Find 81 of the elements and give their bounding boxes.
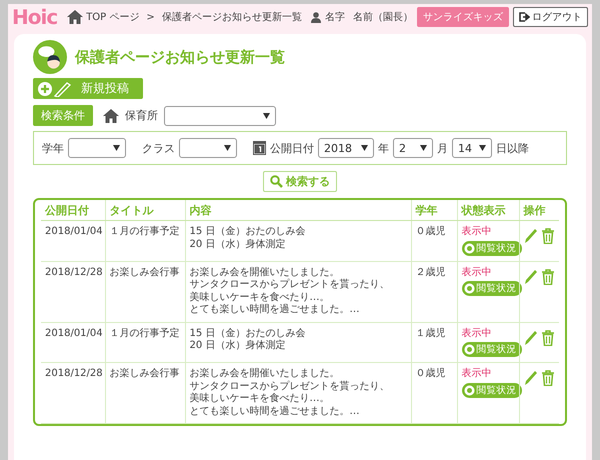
year-select[interactable]: 2018	[318, 138, 374, 158]
title-cell: １月の行事予定	[105, 322, 185, 362]
month-select[interactable]: 2	[393, 138, 433, 158]
view-status-button[interactable]: 閲覧状況	[462, 342, 522, 357]
eye-icon	[464, 344, 474, 355]
column-header: 公開日付	[41, 200, 105, 220]
edit-icon[interactable]	[524, 228, 538, 244]
view-status-button[interactable]: 閲覧状況	[462, 281, 522, 296]
breadcrumb-separator: >	[146, 12, 155, 22]
content-cell: 15 日（金）おたのしみ会 20 日（水）身体測定	[185, 220, 411, 261]
user-surname: 名字	[325, 10, 345, 24]
date-label: 公開日付	[270, 140, 314, 156]
breadcrumb-current: 保護者ページお知らせ更新一覧	[162, 10, 302, 24]
user-name: 名前（園長）	[353, 11, 413, 24]
column-header: 状態表示	[457, 200, 519, 220]
grade-label: 学年	[42, 140, 64, 156]
user-icon	[311, 12, 321, 22]
status-text: 表示中	[462, 226, 492, 238]
home-icon	[67, 10, 84, 24]
date-cell: 2018/12/28	[41, 362, 105, 424]
content-cell: お楽しみ会を開催いたしました。 サンタクロースからプレゼントを貰ったり、 美味しいケーキを食べたり…。 とても楽しい時間を過ごせました。…	[185, 261, 411, 322]
eye-icon	[464, 283, 474, 294]
plus-pencil-icon	[37, 80, 71, 96]
day-unit: 日以降	[496, 140, 529, 156]
month-unit: 月	[437, 140, 448, 156]
title-cell: お楽しみ会行事	[105, 261, 185, 322]
search-icon	[270, 175, 283, 188]
eye-icon	[464, 384, 474, 396]
title-cell: １月の行事予定	[105, 220, 185, 261]
logout-icon	[519, 12, 530, 22]
column-header: 内容	[185, 200, 411, 220]
grade-cell: １歳児	[411, 322, 457, 362]
date-cell: 2018/12/28	[41, 261, 105, 322]
grade-cell: ０歳児	[411, 220, 457, 261]
caret-icon	[361, 145, 368, 151]
page-title: 保護者ページお知らせ更新一覧	[75, 48, 285, 66]
delete-icon[interactable]	[542, 370, 554, 386]
edit-icon[interactable]	[524, 370, 538, 386]
avatar-icon	[33, 40, 67, 74]
status-text: 表示中	[462, 368, 492, 380]
edit-icon[interactable]	[524, 268, 538, 284]
date-cell: 2018/01/04	[41, 220, 105, 261]
breadcrumb-link[interactable]: TOP ページ	[86, 10, 140, 24]
date-cell: 2018/01/04	[41, 322, 105, 362]
column-header: 操作	[519, 200, 559, 220]
search-conditions-heading: 検索条件	[33, 105, 93, 126]
school-badge: サンライズキッズ	[417, 7, 509, 27]
eye-icon	[464, 242, 474, 254]
column-header: 学年	[411, 200, 457, 220]
new-post-button[interactable]: 新規投稿	[33, 78, 143, 99]
caret-icon	[113, 145, 120, 151]
grade-select[interactable]	[68, 138, 126, 158]
caret-icon	[420, 145, 427, 151]
column-header: タイトル	[105, 200, 185, 220]
delete-icon[interactable]	[542, 268, 554, 284]
logout-button[interactable]: ログアウト	[513, 7, 588, 27]
delete-icon[interactable]	[542, 228, 554, 244]
view-status-button[interactable]: 閲覧状況	[462, 240, 522, 256]
delete-icon[interactable]	[542, 330, 554, 346]
edit-icon[interactable]	[524, 330, 538, 346]
view-status-button[interactable]: 閲覧状況	[462, 382, 522, 398]
caret-icon	[263, 112, 270, 118]
facility-icon	[103, 108, 119, 122]
class-label: クラス	[142, 140, 175, 156]
grade-cell: ２歳児	[411, 261, 457, 322]
caret-icon	[479, 145, 486, 151]
facility-label: 保育所	[125, 108, 158, 123]
day-select[interactable]: 14	[452, 138, 492, 158]
content-cell: お楽しみ会を開催いたしました。 サンタクロースからプレゼントを貰ったり、 美味しいケーキを食べたり…。 とても楽しい時間を過ごせました。…	[185, 362, 411, 424]
calendar-icon	[253, 141, 266, 155]
caret-icon	[224, 145, 231, 151]
logo[interactable]: Hoic	[12, 5, 58, 29]
status-text: 表示中	[462, 266, 492, 279]
class-select[interactable]	[179, 138, 237, 158]
grade-cell: ０歳児	[411, 362, 457, 424]
title-cell: お楽しみ会行事	[105, 362, 185, 424]
search-button[interactable]: 検索する	[263, 171, 337, 192]
facility-select[interactable]	[164, 106, 276, 126]
status-text: 表示中	[462, 328, 492, 340]
content-cell: 15 日（金）おたのしみ会 20 日（水）身体測定	[185, 322, 411, 362]
year-unit: 年	[378, 140, 389, 156]
